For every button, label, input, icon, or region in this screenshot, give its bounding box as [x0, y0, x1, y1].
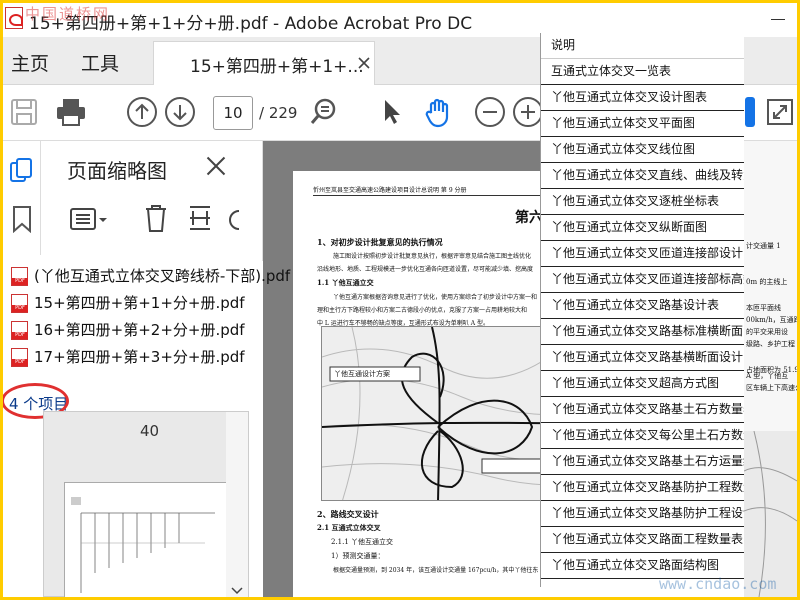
contents-list-item[interactable]: 丫他互通式立体交叉路基土石方数量表	[541, 397, 744, 423]
zoom-out-icon[interactable]	[475, 97, 505, 127]
fullscreen-icon[interactable]	[765, 97, 795, 127]
page-header: 忻州至岚县至交通高速公路建设项目设计总说明 第 9 分册	[313, 187, 467, 194]
contents-list-item[interactable]: 丫他互通式立体交叉匝道连接部标高数据图	[541, 267, 744, 293]
scrollbar[interactable]	[226, 412, 248, 597]
body-line: 沿线地形、地质、工程规模进一步优化互通各向匝道设置，尽可能减少填、挖高度	[317, 266, 534, 273]
contents-list-item[interactable]: 互通式立体交叉一览表	[541, 59, 744, 85]
next-page-icon[interactable]	[165, 97, 195, 127]
subsection-heading: 2.1 互通式立体交叉	[317, 523, 381, 532]
file-item[interactable]: (丫他互通式立体交叉跨线桥-下部).pdf	[11, 265, 290, 286]
subsection-heading: 1.1 丫他互通立交	[317, 278, 374, 287]
partial-text: 的平交采用设	[746, 328, 788, 336]
file-name: 16+第四册+第+2+分+册.pdf	[34, 321, 245, 339]
contents-list-item[interactable]: 丫他互通式立体交叉逐桩坐标表	[541, 189, 744, 215]
pdf-file-icon	[11, 321, 28, 340]
navigation-rail	[3, 141, 41, 261]
partial-text: 00km/h，互通距	[746, 316, 797, 324]
contents-list-item[interactable]: 丫他互通式立体交叉路基标准横断面图	[541, 319, 744, 345]
thumbnail-preview[interactable]: 40	[43, 411, 249, 597]
contents-list-item[interactable]: 丫他互通式立体交叉设计图表	[541, 85, 744, 111]
subsection-heading: 2.1.1 丫他互通立交	[331, 538, 394, 546]
contents-list-item[interactable]: 丫他互通式立体交叉每公里土石方数量表	[541, 423, 744, 449]
drawing-label: 丫他互通设计方案	[334, 370, 390, 378]
contents-list-item[interactable]: 丫他互通式立体交叉匝道连接部设计图	[541, 241, 744, 267]
watermark-url: www.cndao.com	[659, 575, 777, 593]
body-line: 根据交通量预测，到 2034 年，该互通设计交通量 167pcu/h，其中丫他往…	[333, 567, 539, 574]
contents-list-overlay: 说明 互通式立体交叉一览表 丫他互通式立体交叉设计图表 丫他互通式立体交叉平面图 丫他互…	[540, 33, 744, 587]
rotate-page-icon[interactable]	[227, 207, 243, 233]
acrobat-window: 15+第四册+第+1+分+册.pdf - Adobe Acrobat Pro D…	[3, 3, 797, 597]
contents-list-item[interactable]: 说明	[541, 33, 744, 59]
subsection-heading: 1）预测交通量：	[331, 552, 385, 560]
thumbnails-panel: 页面缩略图	[41, 141, 263, 261]
partial-text: 区车辆上下高速公路	[746, 384, 797, 392]
pdf-file-icon	[11, 348, 28, 367]
bookmark-icon[interactable]	[11, 205, 33, 234]
file-name: 17+第四册+第+3+分+册.pdf	[34, 348, 245, 366]
close-panel-icon[interactable]	[205, 155, 227, 177]
page-thumbnails-icon[interactable]	[9, 157, 35, 187]
body-line: 理和主行方下路程较小和方案二古德段小的优点，克服了方案一占用耕地较大和	[317, 307, 528, 314]
tab-home[interactable]: 主页	[11, 49, 49, 76]
file-name: (丫他互通式立体交叉跨线桥-下部).pdf	[34, 267, 291, 285]
fit-page-icon[interactable]	[745, 97, 755, 127]
thumbnail-page[interactable]	[64, 482, 234, 597]
panel-title: 页面缩略图	[67, 159, 167, 183]
partial-text: 本匝平面线	[746, 304, 781, 312]
contents-list-item[interactable]: 丫他互通式立体交叉线位图	[541, 137, 744, 163]
delete-page-icon[interactable]	[143, 203, 169, 233]
watermark-logo-text: 中国道桥网	[25, 5, 111, 23]
hand-tool-icon[interactable]	[423, 97, 453, 128]
contents-list-item[interactable]: 丫他互通式立体交叉纵断面图	[541, 215, 744, 241]
title-bar: 15+第四册+第+1+分+册.pdf - Adobe Acrobat Pro D…	[3, 3, 797, 37]
contents-list-item[interactable]: 丫他互通式立体交叉超高方式图	[541, 371, 744, 397]
section-heading: 2、路线交叉设计	[317, 509, 379, 519]
partial-text: A 型，丫他互	[746, 372, 789, 380]
page-options-icon[interactable]	[69, 205, 109, 235]
file-item[interactable]: 15+第四册+第+1+分+册.pdf	[11, 292, 245, 313]
contents-list-item[interactable]: 丫他互通式立体交叉路基横断面设计图	[541, 345, 744, 371]
acrobat-app-icon	[5, 7, 23, 29]
page-number-input[interactable]: 10	[213, 96, 253, 130]
chapter-title: 第六	[515, 210, 543, 226]
file-name: 15+第四册+第+1+分+册.pdf	[34, 294, 245, 312]
print-icon[interactable]	[55, 97, 85, 127]
section-heading: 1、对初步设计批复意见的执行情况	[317, 237, 443, 247]
contents-list-item[interactable]: 丫他互通式立体交叉平面图	[541, 111, 744, 137]
drawing-fragment	[743, 430, 797, 597]
page-right-margin: 计交通量 1 0m 的主线上 本匝平面线 00km/h，互通距 的平交采用设 级…	[743, 141, 797, 597]
tab-tools[interactable]: 工具	[81, 49, 119, 76]
document-tab-label: 15+第四册+第+1+...	[190, 57, 364, 77]
zoom-in-icon[interactable]	[513, 97, 543, 127]
contents-list-item[interactable]: 丫他互通式立体交叉路基防护工程数量表	[541, 475, 744, 501]
file-item[interactable]: 16+第四册+第+2+分+册.pdf	[11, 319, 245, 340]
file-item[interactable]: 17+第四册+第+3+分+册.pdf	[11, 346, 245, 367]
body-line: 丫他互通方案根据咨询意见进行了优化，使用方案综合了初步设计中方案一和	[333, 294, 538, 301]
select-pointer-icon[interactable]	[377, 97, 407, 127]
partial-text: 0m 的主线上	[746, 278, 788, 286]
pdf-file-icon	[11, 294, 28, 313]
file-explorer-overlay: (丫他互通式立体交叉跨线桥-下部).pdf 15+第四册+第+1+分+册.pdf…	[3, 255, 290, 597]
pdf-file-icon	[11, 267, 28, 286]
tab-close-icon[interactable]	[357, 55, 371, 69]
previous-page-icon[interactable]	[127, 97, 157, 127]
contents-list-item[interactable]: 丫他互通式立体交叉路面工程数量表	[541, 527, 744, 553]
partial-text: 级路、乡护工程	[746, 340, 795, 348]
tab-document[interactable]: 15+第四册+第+1+...	[153, 41, 375, 85]
body-line: 施工图设计按照初步设计批复意见执行，根据评审意见结合施工图主线优化	[333, 253, 532, 260]
contents-list-item[interactable]: 丫他互通式立体交叉直线、曲线及转角表	[541, 163, 744, 189]
minimize-button[interactable]	[765, 7, 791, 31]
page-total-count: / 229	[259, 104, 298, 122]
zoom-search-icon[interactable]	[309, 97, 339, 127]
extract-page-icon[interactable]	[187, 203, 213, 233]
partial-text: 计交通量 1	[746, 242, 781, 250]
thumbnail-page-number: 40	[140, 422, 160, 440]
save-icon[interactable]	[9, 97, 39, 127]
contents-list-item[interactable]: 丫他互通式立体交叉路基土石方运量统计表	[541, 449, 744, 475]
contents-list-item[interactable]: 丫他互通式立体交叉路基设计表	[541, 293, 744, 319]
contents-list-item[interactable]: 丫他互通式立体交叉路基防护工程设计图	[541, 501, 744, 527]
